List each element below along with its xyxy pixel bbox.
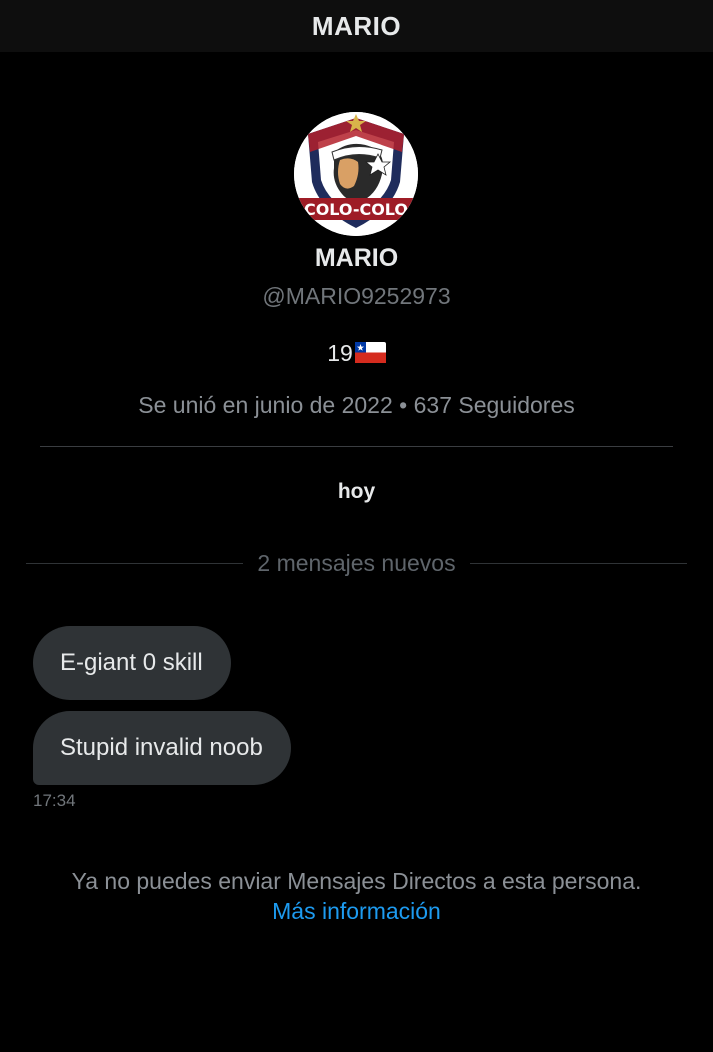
meta-separator: • (399, 392, 408, 418)
chile-flag-icon (354, 342, 386, 363)
message-text: Stupid invalid noob (60, 734, 263, 761)
new-messages-divider: 2 mensajes nuevos (26, 548, 687, 578)
profile-name[interactable]: MARIO (0, 244, 713, 273)
conversation-title[interactable]: MARIO (312, 11, 401, 42)
divider-line-right (469, 562, 687, 564)
top-bar: MARIO (0, 0, 713, 52)
colo-colo-logo-icon: COLO-COLO (294, 112, 418, 236)
avatar[interactable]: COLO-COLO (294, 112, 418, 236)
bio-number: 19 (327, 340, 353, 366)
message-text: E-giant 0 skill (60, 649, 203, 676)
avatar-text: COLO-COLO (304, 200, 408, 219)
profile-meta: Se unió en junio de 2022 • 637 Seguidore… (0, 392, 713, 419)
message-bubble[interactable]: E-giant 0 skill (33, 626, 231, 700)
followers-count[interactable]: 637 Seguidores (414, 392, 575, 418)
message-timestamp: 17:34 (33, 791, 76, 810)
new-messages-label: 2 mensajes nuevos (257, 549, 456, 576)
message-bubble[interactable]: Stupid invalid noob (33, 711, 291, 785)
profile-handle[interactable]: @MARIO9252973 (0, 283, 713, 310)
date-label: hoy (337, 480, 376, 503)
profile-bio: 19 (0, 340, 713, 367)
dm-restricted-notice: Ya no puedes enviar Mensajes Directos a … (71, 868, 642, 894)
joined-date: Se unió en junio de 2022 (138, 392, 393, 418)
divider (40, 446, 673, 447)
learn-more-link[interactable]: Más información (0, 898, 713, 925)
divider-line-left (26, 562, 244, 564)
